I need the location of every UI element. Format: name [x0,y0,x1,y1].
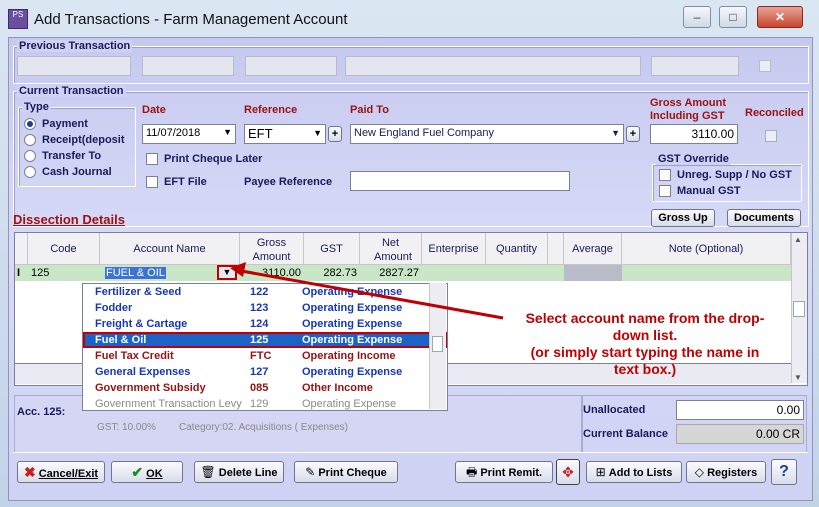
annotation-arrow [230,262,504,320]
annotation-line4: text box.) [613,361,677,377]
annotation-text: Select account name from the drop- down … [495,310,795,378]
annotation-line1: Select account name from the drop- [525,310,765,326]
application-window: PS Add Transactions - Farm Management Ac… [0,0,819,507]
annotation-line2: down list. [612,327,678,343]
annotation-line3: (or simply start typing the name in [530,344,760,360]
